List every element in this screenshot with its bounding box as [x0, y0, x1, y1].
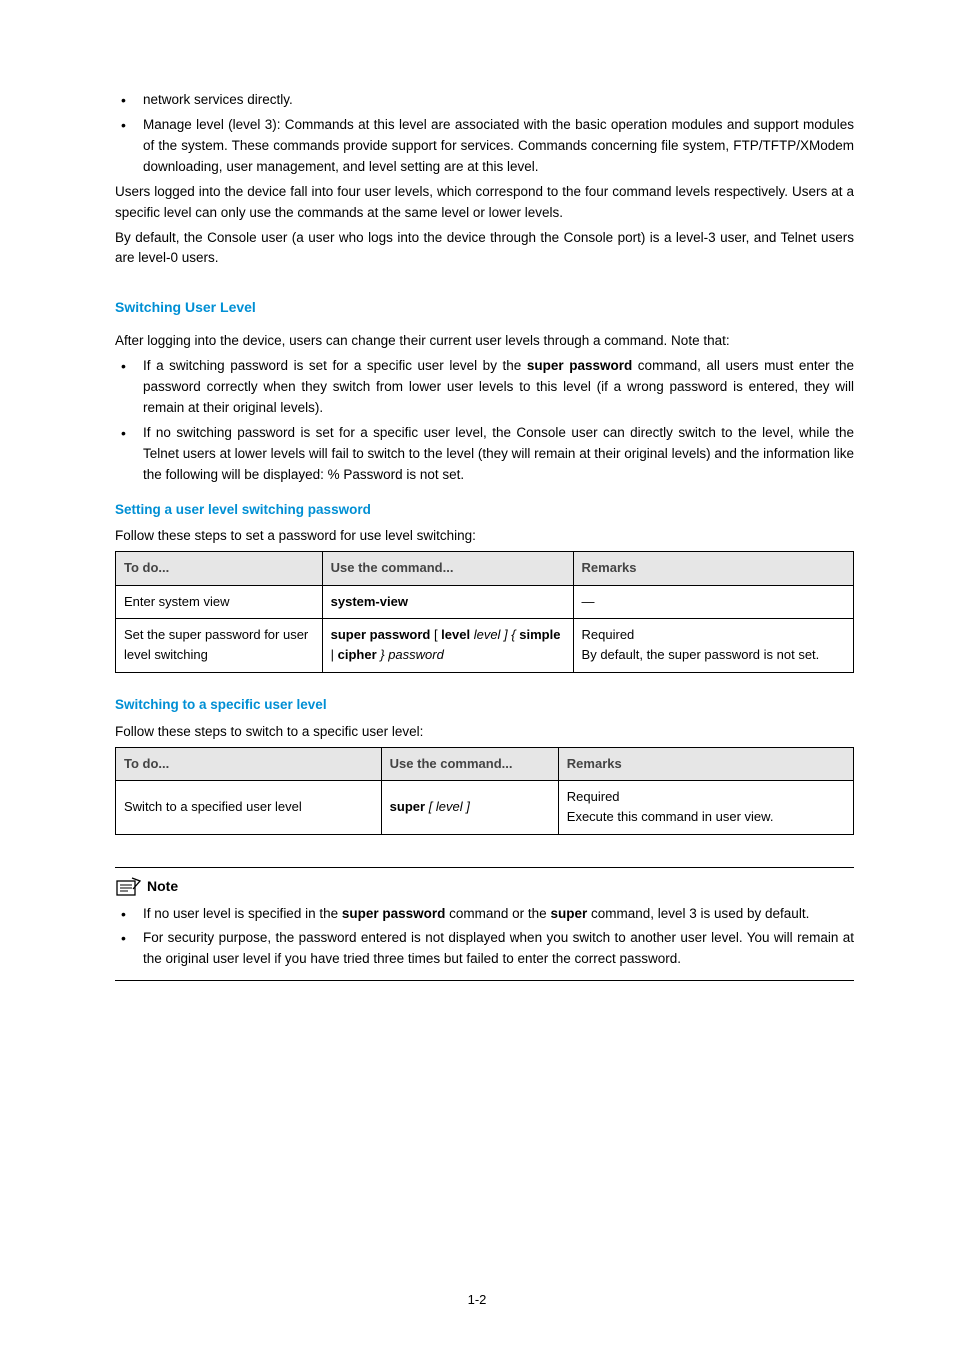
table-switch: To do... Use the command... Remarks Swit…	[115, 747, 854, 834]
caption-table2: Follow these steps to switch to a specif…	[115, 722, 854, 743]
th1b: To do...	[116, 748, 382, 781]
intro-bullet-continuation: network services directly.	[143, 92, 293, 107]
table-row: Enter system view system-view —	[116, 585, 854, 618]
intro-list: network services directly. Manage level …	[115, 90, 854, 178]
t2-r1-c1: Switch to a specified user level	[116, 781, 382, 834]
switch-b2: If no switching password is set for a sp…	[143, 425, 854, 482]
th3b: Remarks	[558, 748, 853, 781]
sub-table1: Setting a user level switching password	[115, 500, 854, 521]
t2-r1-c2: super [ level ]	[381, 781, 558, 834]
th3: Remarks	[573, 552, 853, 585]
th2b: Use the command...	[381, 748, 558, 781]
switching-bullets: If a switching password is set for a spe…	[115, 356, 854, 486]
t1-r1-c1: Enter system view	[116, 585, 323, 618]
note-b1-c: command, level 3 is used by default.	[587, 906, 809, 921]
intro-p1: Users logged into the device fall into f…	[115, 182, 854, 224]
note-b1-cmd2: super	[550, 906, 587, 921]
note-label: Note	[147, 876, 178, 898]
switch-b1-cmd: super password	[527, 358, 632, 373]
t1-r2-c1: Set the super password for user level sw…	[116, 618, 323, 673]
note-b2: For security purpose, the password enter…	[143, 930, 854, 966]
table-row: Switch to a specified user level super […	[116, 781, 854, 834]
intro-bullet-manage: Manage level (level 3): Commands at this…	[143, 117, 854, 174]
sub-table2: Switching to a specific user level	[115, 695, 854, 716]
note-icon	[115, 876, 141, 898]
t1-r2-c2: super password [ level level ] { simple …	[322, 618, 573, 673]
switching-p1: After logging into the device, users can…	[115, 331, 854, 352]
th1: To do...	[116, 552, 323, 585]
note-hr-top	[115, 867, 854, 868]
note-hr-bottom	[115, 980, 854, 981]
intro-p2: By default, the Console user (a user who…	[115, 228, 854, 270]
caption-table1: Follow these steps to set a password for…	[115, 526, 854, 547]
t1-r2-c3: Required By default, the super password …	[573, 618, 853, 673]
table-password: To do... Use the command... Remarks Ente…	[115, 551, 854, 673]
th2: Use the command...	[322, 552, 573, 585]
note-block: Note If no user level is specified in th…	[115, 867, 854, 982]
t1-r1-c2: system-view	[322, 585, 573, 618]
note-b1-cmd1: super password	[342, 906, 446, 921]
t2-r1-c3: Required Execute this command in user vi…	[558, 781, 853, 834]
t1-r1-c3: —	[573, 585, 853, 618]
page-number: 1-2	[0, 1290, 954, 1310]
note-b1-b: command or the	[445, 906, 550, 921]
switch-b1-a: If a switching password is set for a spe…	[143, 358, 527, 373]
note-b1-a: If no user level is specified in the	[143, 906, 342, 921]
table-row: Set the super password for user level sw…	[116, 618, 854, 673]
heading-switching: Switching User Level	[115, 297, 854, 319]
